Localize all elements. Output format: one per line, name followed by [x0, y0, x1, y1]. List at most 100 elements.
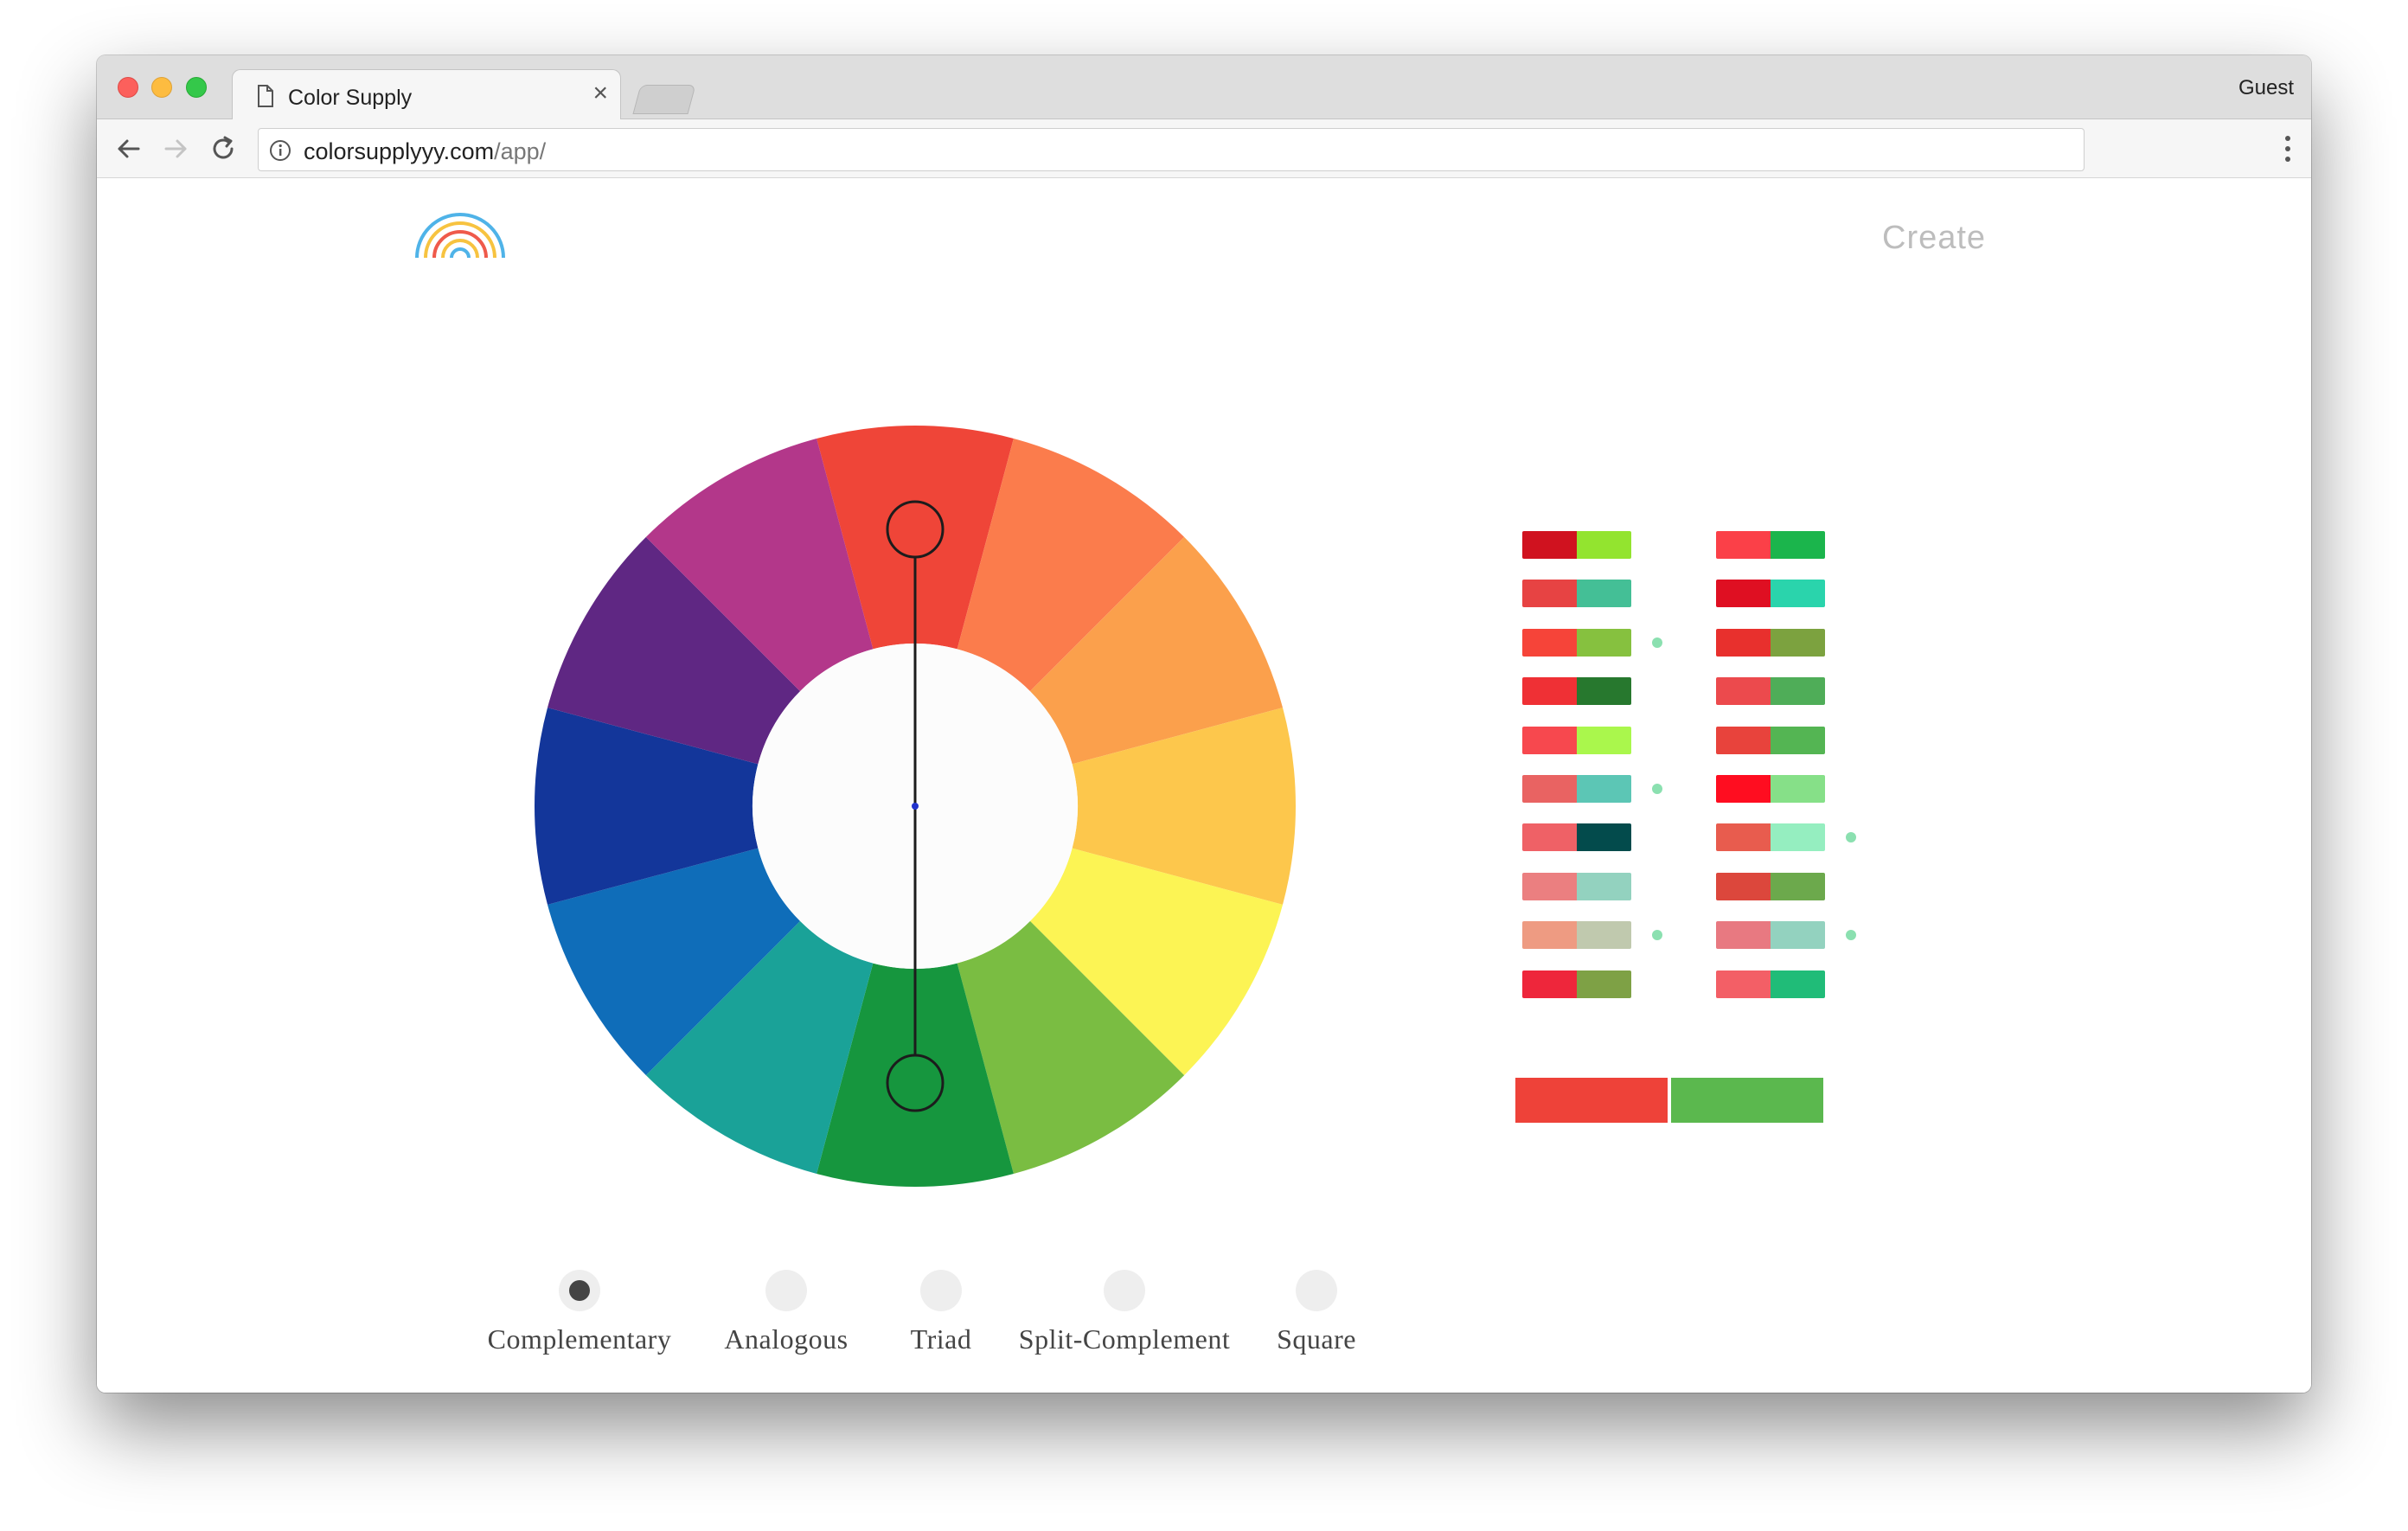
palette-color-b	[1577, 775, 1631, 803]
wheel-center-dot	[912, 803, 919, 810]
browser-menu-icon[interactable]	[2283, 135, 2292, 167]
close-window-button[interactable]	[118, 77, 138, 98]
palette-color-a	[1522, 580, 1577, 608]
palette-color-b	[1577, 580, 1631, 608]
palette-swatch[interactable]	[1716, 823, 1825, 852]
tab-title: Color Supply	[288, 86, 413, 110]
palette-swatch[interactable]	[1716, 531, 1825, 559]
palette-swatch[interactable]	[1716, 775, 1825, 803]
palette-color-a	[1716, 677, 1771, 706]
palette-color-b	[1771, 872, 1825, 900]
palette-color-a	[1716, 775, 1771, 803]
palette-swatch[interactable]	[1522, 531, 1631, 559]
document-icon	[257, 85, 274, 112]
palette-color-a	[1522, 726, 1577, 754]
palette-color-a	[1522, 970, 1577, 998]
mode-label-complementary[interactable]: Complementary	[488, 1323, 672, 1355]
palette-color-a	[1716, 628, 1771, 657]
palette-swatch[interactable]	[1716, 872, 1825, 900]
mode-radio-complementary[interactable]	[559, 1270, 600, 1311]
palette-color-b	[1577, 531, 1631, 559]
palette-indicator-dot	[1652, 784, 1662, 794]
palette-color-b	[1771, 531, 1825, 559]
palette-color-b	[1771, 921, 1825, 950]
info-icon[interactable]	[269, 139, 291, 166]
url-path: /app/	[494, 138, 547, 164]
mode-radio-square[interactable]	[1296, 1270, 1337, 1311]
palette-swatch[interactable]	[1716, 726, 1825, 754]
back-arrow-icon[interactable]	[112, 133, 144, 164]
url-text: colorsupplyyy.com/app/	[304, 138, 546, 165]
palette-color-a	[1716, 531, 1771, 559]
palette-swatch[interactable]	[1522, 823, 1631, 852]
close-tab-icon[interactable]: ×	[592, 80, 608, 106]
app-content: Create Complementary Analogous Triad Split-…	[97, 178, 2311, 1393]
url-host: colorsupplyyy.com	[304, 138, 495, 164]
palette-swatch[interactable]	[1522, 628, 1631, 657]
browser-window: Color Supply × Guest colorsupplyyy.com/a…	[97, 55, 2311, 1393]
selected-color-b[interactable]	[1671, 1078, 1823, 1123]
palette-swatch[interactable]	[1522, 775, 1631, 803]
palette-swatch[interactable]	[1716, 921, 1825, 950]
palette-swatch[interactable]	[1716, 628, 1825, 657]
palette-color-a	[1522, 677, 1577, 706]
wheel-handle-b[interactable]	[886, 1054, 945, 1112]
palette-color-b	[1577, 677, 1631, 706]
palette-swatch[interactable]	[1522, 970, 1631, 998]
palette-color-b	[1577, 628, 1631, 657]
palette-swatch[interactable]	[1522, 921, 1631, 950]
address-bar[interactable]: colorsupplyyy.com/app/	[258, 128, 2085, 171]
profile-label[interactable]: Guest	[2238, 76, 2294, 100]
wheel-handle-a[interactable]	[886, 500, 945, 559]
new-tab-button[interactable]	[632, 85, 696, 114]
palette-color-a	[1716, 872, 1771, 900]
palette-color-b	[1771, 677, 1825, 706]
palette-swatch[interactable]	[1716, 970, 1825, 998]
palette-color-a	[1716, 823, 1771, 852]
palette-color-a	[1716, 726, 1771, 754]
color-wheel[interactable]	[533, 424, 1297, 1188]
mode-label-triad[interactable]: Triad	[911, 1323, 972, 1355]
create-link[interactable]: Create	[1882, 220, 1986, 257]
selected-color-pair	[1515, 1078, 1823, 1123]
palette-swatch[interactable]	[1716, 580, 1825, 608]
tab-color-supply[interactable]: Color Supply ×	[232, 69, 621, 121]
mode-label-split-complement[interactable]: Split-Complement	[1019, 1323, 1230, 1355]
reload-icon[interactable]	[208, 133, 239, 164]
palette-color-b	[1577, 872, 1631, 900]
palette-swatch[interactable]	[1522, 726, 1631, 754]
maximize-window-button[interactable]	[186, 77, 207, 98]
browser-toolbar: colorsupplyyy.com/app/	[97, 119, 2311, 178]
tab-bar: Color Supply × Guest	[97, 55, 2311, 121]
mode-radio-triad[interactable]	[920, 1270, 962, 1311]
palette-swatch[interactable]	[1522, 677, 1631, 706]
palette-swatch[interactable]	[1522, 872, 1631, 900]
palette-color-b	[1771, 775, 1825, 803]
palette-color-b	[1771, 823, 1825, 852]
palette-color-b	[1577, 726, 1631, 754]
palette-swatch[interactable]	[1522, 580, 1631, 608]
palette-color-b	[1771, 628, 1825, 657]
mode-radio-analogous[interactable]	[765, 1270, 807, 1311]
palette-color-a	[1716, 921, 1771, 950]
palette-color-a	[1522, 921, 1577, 950]
rainbow-logo-icon[interactable]	[413, 209, 507, 266]
minimize-window-button[interactable]	[151, 77, 172, 98]
palette-indicator-dot	[1846, 930, 1856, 941]
palette-color-a	[1522, 775, 1577, 803]
selected-dot	[569, 1280, 590, 1301]
palette-color-b	[1771, 580, 1825, 608]
palette-color-b	[1577, 823, 1631, 852]
mode-radio-split-complement[interactable]	[1104, 1270, 1145, 1311]
mode-label-analogous[interactable]: Analogous	[724, 1323, 848, 1355]
palette-swatch[interactable]	[1716, 677, 1825, 706]
selected-color-a[interactable]	[1515, 1078, 1668, 1123]
palette-indicator-dot	[1652, 930, 1662, 941]
palette-indicator-dot	[1652, 637, 1662, 648]
palette-color-b	[1771, 726, 1825, 754]
palette-color-a	[1716, 970, 1771, 998]
mode-label-square[interactable]: Square	[1277, 1323, 1356, 1355]
palette-color-a	[1522, 531, 1577, 559]
forward-arrow-icon[interactable]	[161, 133, 192, 164]
palette-color-a	[1522, 872, 1577, 900]
